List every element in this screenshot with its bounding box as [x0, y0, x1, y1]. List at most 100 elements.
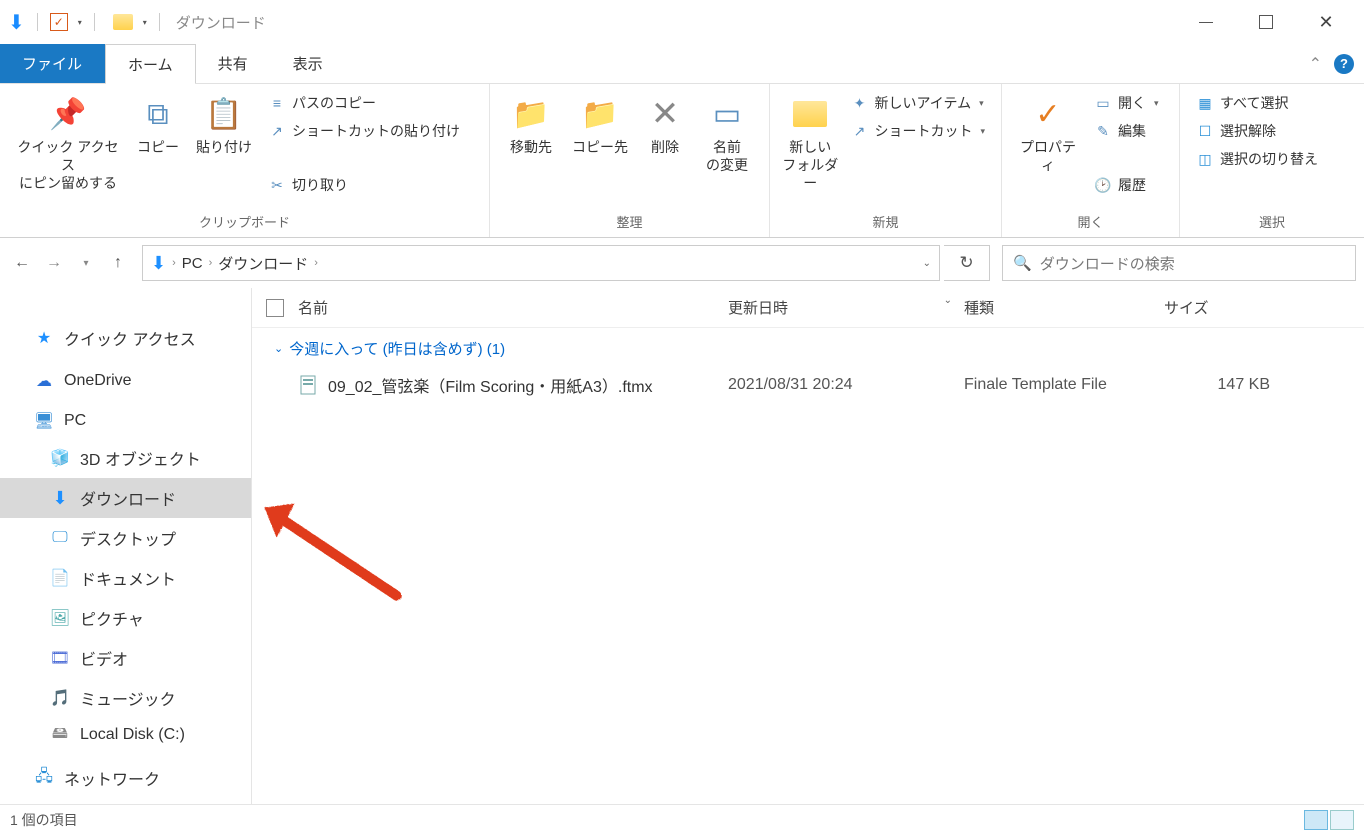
app-icon[interactable]: ⬇ [8, 10, 25, 35]
tab-share[interactable]: 共有 [196, 44, 271, 83]
nav-onedrive[interactable]: ☁OneDrive [0, 364, 251, 398]
minimize-button[interactable] [1176, 4, 1236, 40]
breadcrumb-downloads[interactable]: ダウンロード [218, 253, 308, 274]
column-headers: 名前 更新日時⌄ 種類 サイズ [252, 288, 1364, 328]
star-icon: ★ [34, 329, 54, 347]
cut-button[interactable]: ✂切り取り [262, 172, 466, 198]
group-header[interactable]: ⌄ 今週に入って (昨日は含めず) (1) [252, 328, 1364, 365]
nav-3d-objects[interactable]: 🧊3D オブジェクト [0, 438, 251, 478]
video-icon: 🎞 [50, 649, 70, 667]
chevron-right-icon[interactable]: › [314, 257, 318, 269]
tab-view[interactable]: 表示 [271, 44, 346, 83]
column-size[interactable]: サイズ [1164, 297, 1209, 318]
paste-shortcut-button[interactable]: ↗ショートカットの貼り付け [262, 118, 466, 144]
address-bar[interactable]: ⬇ › PC › ダウンロード › ⌄ [142, 245, 940, 281]
search-icon: 🔍 [1013, 254, 1032, 272]
nav-documents[interactable]: 📄ドキュメント [0, 558, 251, 598]
copy-to-button[interactable]: 📁 コピー先 [564, 88, 636, 162]
group-label-select: 選択 [1188, 208, 1356, 237]
history-icon: 🕑 [1094, 176, 1112, 194]
copy-button[interactable]: ⧉ コピー [128, 88, 188, 162]
tab-home[interactable]: ホーム [105, 44, 196, 83]
paste-button[interactable]: 📋 貼り付け [188, 88, 260, 162]
invert-icon: ◫ [1196, 150, 1214, 168]
path-icon: ≡ [268, 94, 286, 112]
download-icon: ⬇ [50, 489, 70, 507]
recent-locations-button[interactable]: ▾ [72, 249, 100, 277]
window-buttons: ✕ [1176, 4, 1356, 40]
new-item-button[interactable]: ✦新しいアイテム▾ [844, 90, 991, 116]
select-all-checkbox[interactable] [266, 299, 284, 317]
copy-path-button[interactable]: ≡パスのコピー [262, 90, 466, 116]
large-icons-view-button[interactable] [1330, 810, 1354, 830]
pin-to-quick-access-button[interactable]: 📌 クイック アクセス にピン留めする [8, 88, 128, 199]
select-none-icon: ☐ [1196, 122, 1214, 140]
nav-local-disk[interactable]: 🖴Local Disk (C:) [0, 718, 251, 752]
refresh-button[interactable]: ↻ [944, 245, 990, 281]
shortcut-icon: ↗ [850, 122, 868, 140]
status-text: 1 個の項目 [10, 810, 78, 830]
window-title: ダウンロード [176, 12, 266, 33]
column-type[interactable]: 種類 [964, 297, 1164, 318]
main-area: ★クイック アクセス ☁OneDrive 🖥PC 🧊3D オブジェクト ⬇ダウン… [0, 288, 1364, 804]
nav-pc[interactable]: 🖥PC [0, 404, 251, 438]
ribbon-tabs: ファイル ホーム 共有 表示 ⌃ ? [0, 44, 1364, 84]
collapse-ribbon-icon[interactable]: ⌃ [1309, 54, 1322, 74]
breadcrumb-pc[interactable]: PC [182, 255, 203, 272]
nav-music[interactable]: 🎵ミュージック [0, 678, 251, 718]
select-all-icon: ▦ [1196, 94, 1214, 112]
nav-videos[interactable]: 🎞ビデオ [0, 638, 251, 678]
move-to-button[interactable]: 📁 移動先 [498, 88, 564, 162]
forward-button[interactable]: → [40, 249, 68, 277]
tab-file[interactable]: ファイル [0, 44, 105, 83]
chevron-right-icon[interactable]: › [172, 257, 176, 269]
new-shortcut-button[interactable]: ↗ショートカット▾ [844, 118, 991, 144]
delete-button[interactable]: ✕ 削除 [636, 88, 694, 162]
group-label-new: 新規 [778, 208, 993, 237]
new-folder-button[interactable]: 新しい フォルダー [778, 88, 842, 199]
up-button[interactable]: ↑ [104, 249, 132, 277]
content-area: 名前 更新日時⌄ 種類 サイズ ⌄ 今週に入って (昨日は含めず) (1) 09… [252, 288, 1364, 804]
address-dropdown-icon[interactable]: ⌄ [923, 258, 931, 269]
select-all-button[interactable]: ▦すべて選択 [1190, 90, 1324, 116]
rename-button[interactable]: ▭ 名前 の変更 [694, 88, 760, 180]
help-icon[interactable]: ? [1334, 54, 1354, 74]
qat-customize-icon[interactable]: ▾ [143, 18, 147, 27]
nav-pictures[interactable]: 🖼ピクチャ [0, 598, 251, 638]
separator [159, 13, 160, 31]
file-type: Finale Template File [964, 376, 1200, 394]
separator [94, 13, 95, 31]
copy-to-icon: 📁 [580, 94, 620, 134]
nav-quick-access[interactable]: ★クイック アクセス [0, 318, 251, 358]
nav-desktop[interactable]: 🖵デスクトップ [0, 518, 251, 558]
qat-properties-button[interactable]: ✓ [50, 13, 68, 31]
column-name[interactable]: 名前 [298, 297, 728, 318]
file-date: 2021/08/31 20:24 [728, 376, 964, 394]
properties-icon: ✓ [1028, 94, 1068, 134]
column-date[interactable]: 更新日時⌄ [728, 297, 964, 318]
maximize-button[interactable] [1236, 4, 1296, 40]
quick-access-toolbar: ⬇ ✓ ▾ ▾ [8, 10, 166, 35]
paste-icon: 📋 [204, 94, 244, 134]
file-row[interactable]: 09_02_管弦楽（Film Scoring・用紙A3）.ftmx 2021/0… [252, 365, 1364, 405]
close-button[interactable]: ✕ [1296, 4, 1356, 40]
edit-button[interactable]: ✎編集 [1088, 118, 1165, 144]
move-icon: 📁 [511, 94, 551, 134]
nav-downloads[interactable]: ⬇ダウンロード [0, 478, 251, 518]
search-box[interactable]: 🔍 ダウンロードの検索 [1002, 245, 1356, 281]
select-none-button[interactable]: ☐選択解除 [1190, 118, 1324, 144]
separator [37, 13, 38, 31]
history-button[interactable]: 🕑履歴 [1088, 172, 1165, 198]
properties-button[interactable]: ✓ プロパティ [1010, 88, 1086, 180]
folder-icon [113, 14, 133, 30]
details-view-button[interactable] [1304, 810, 1328, 830]
invert-selection-button[interactable]: ◫選択の切り替え [1190, 146, 1324, 172]
rename-icon: ▭ [707, 94, 747, 134]
cube-icon: 🧊 [50, 449, 70, 467]
chevron-right-icon[interactable]: › [209, 257, 213, 269]
open-button[interactable]: ▭開く▾ [1088, 90, 1165, 116]
qat-dropdown-icon[interactable]: ▾ [78, 18, 82, 27]
back-button[interactable]: ← [8, 249, 36, 277]
nav-network[interactable]: 🖧ネットワーク [0, 758, 251, 798]
group-label-open: 開く [1010, 208, 1171, 237]
